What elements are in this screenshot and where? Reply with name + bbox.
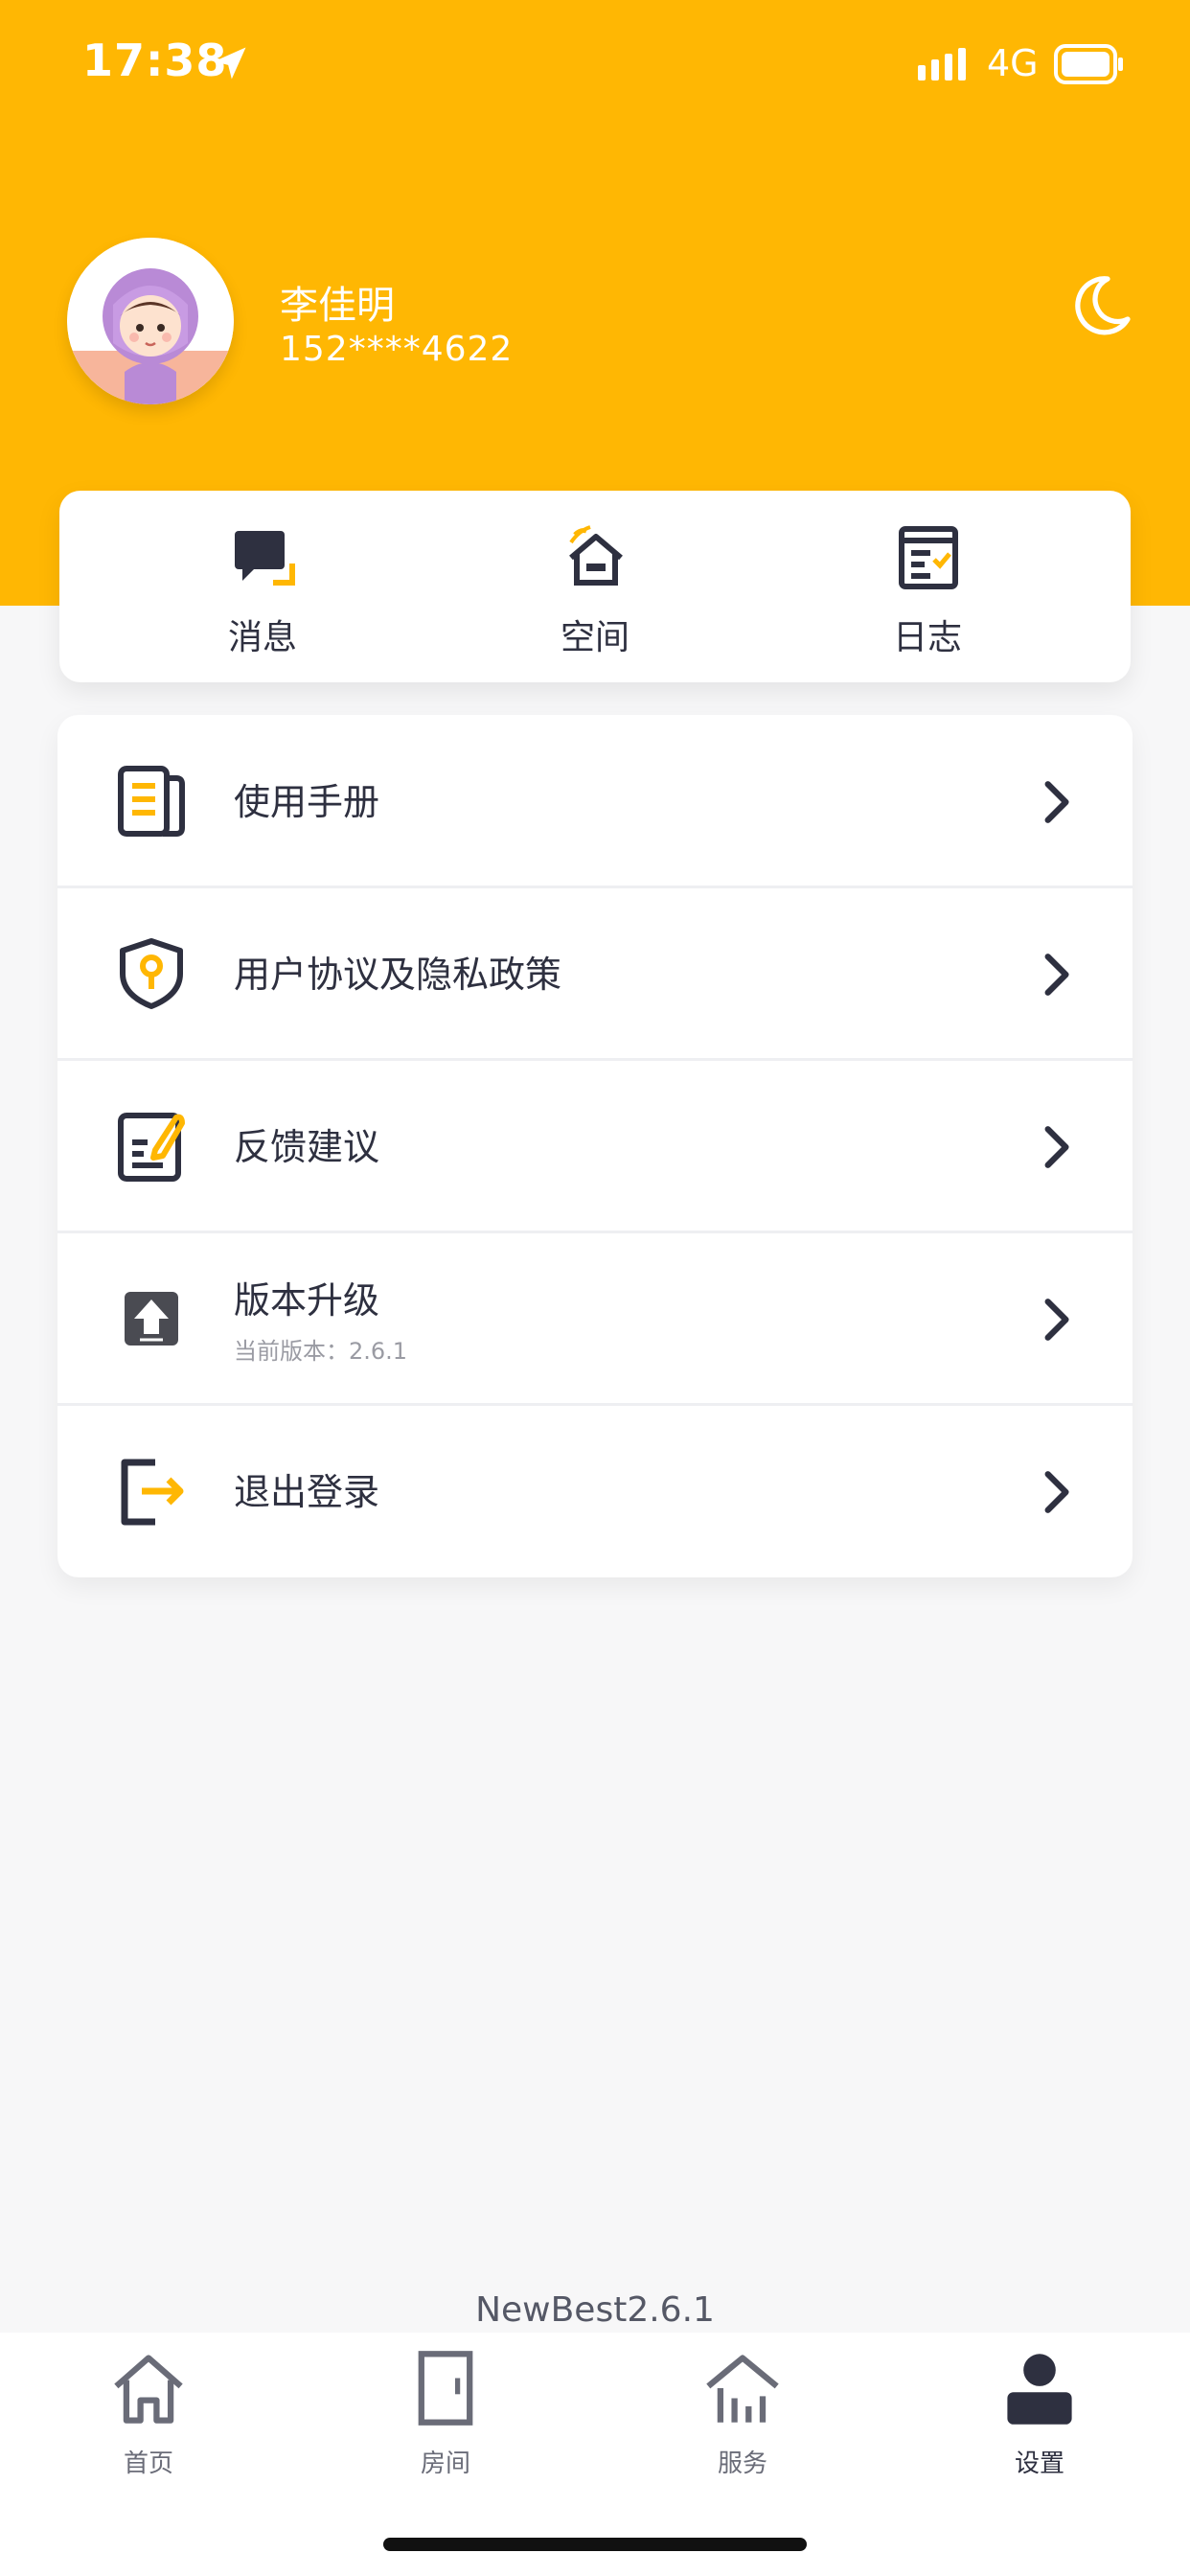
- chevron-right-icon: [1044, 781, 1069, 823]
- quick-item-label: 空间: [560, 618, 629, 657]
- menu-item-label: 版本升级: [234, 1279, 380, 1322]
- chevron-right-icon: [1044, 1299, 1069, 1341]
- manual-icon: [118, 766, 185, 837]
- door-icon: [418, 2351, 473, 2426]
- home-indicator: [383, 2538, 807, 2551]
- feedback-icon: [118, 1113, 185, 1182]
- tab-label: 服务: [717, 2450, 767, 2478]
- current-version-text: 当前版本：2.6.1: [234, 1338, 408, 1365]
- menu-item-privacy[interactable]: 用户协议及隐私政策: [57, 887, 1133, 1061]
- home-signal-icon: [569, 525, 623, 586]
- quick-item-space[interactable]: 空间: [470, 491, 720, 682]
- message-icon: [235, 531, 295, 586]
- service-icon: [706, 2355, 779, 2423]
- user-phone: 152****4622: [280, 330, 514, 369]
- logout-icon: [121, 1459, 184, 1526]
- tab-label: 首页: [123, 2450, 173, 2478]
- menu-item-label: 用户协议及隐私政策: [234, 954, 562, 996]
- tab-label: 房间: [420, 2450, 470, 2478]
- quick-item-label: 消息: [227, 618, 297, 657]
- avatar-illustration: [67, 238, 234, 404]
- tab-settings[interactable]: 设置: [944, 2348, 1135, 2482]
- settings-menu: 使用手册 用户协议及隐私政策 反馈建议 版本升级 当前版本：2.6.1 退出登录: [57, 715, 1133, 1577]
- user-icon: [1007, 2354, 1072, 2425]
- tab-home[interactable]: 首页: [53, 2348, 244, 2482]
- menu-item-feedback[interactable]: 反馈建议: [57, 1060, 1133, 1233]
- chevron-right-icon: [1044, 1471, 1069, 1513]
- moon-icon[interactable]: [1067, 272, 1134, 339]
- menu-item-label: 反馈建议: [234, 1126, 380, 1168]
- quick-item-log[interactable]: 日志: [803, 491, 1052, 682]
- quick-item-label: 日志: [892, 618, 962, 657]
- status-bar: 17:38 4G: [0, 0, 1190, 134]
- tab-service[interactable]: 服务: [647, 2348, 838, 2482]
- signal-icon: [918, 48, 966, 80]
- log-icon: [899, 526, 958, 589]
- quick-item-messages[interactable]: 消息: [138, 491, 387, 682]
- battery-icon: [1054, 44, 1123, 84]
- tab-room[interactable]: 房间: [350, 2348, 541, 2482]
- avatar[interactable]: [67, 238, 234, 404]
- menu-item-manual[interactable]: 使用手册: [57, 715, 1133, 888]
- network-type: 4G: [987, 42, 1039, 84]
- menu-item-label: 使用手册: [234, 781, 380, 823]
- home-icon: [114, 2355, 183, 2424]
- quick-actions-card: 消息 空间 日志: [59, 491, 1131, 682]
- user-name: 李佳明: [280, 284, 395, 328]
- chevron-right-icon: [1044, 1126, 1069, 1168]
- tab-label: 设置: [1014, 2450, 1064, 2478]
- upgrade-icon: [125, 1292, 178, 1346]
- menu-item-logout[interactable]: 退出登录: [57, 1405, 1133, 1576]
- status-time: 17:38: [82, 34, 228, 86]
- location-arrow-icon: [214, 47, 246, 80]
- app-version-text: NewBest2.6.1: [475, 2290, 715, 2330]
- menu-item-upgrade[interactable]: 版本升级 当前版本：2.6.1: [57, 1232, 1133, 1406]
- shield-key-icon: [120, 938, 183, 1009]
- menu-item-label: 退出登录: [234, 1471, 380, 1513]
- chevron-right-icon: [1044, 954, 1069, 996]
